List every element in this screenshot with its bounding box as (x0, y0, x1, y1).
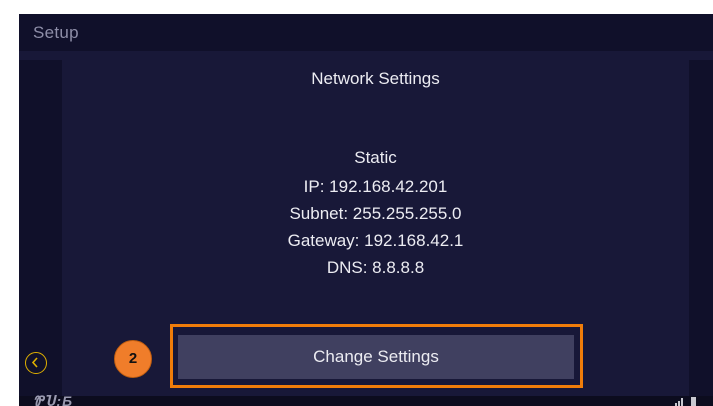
back-button[interactable] (25, 352, 47, 374)
right-side-panel (689, 60, 713, 396)
network-mode: Static (354, 148, 397, 167)
step-number-badge: 2 (114, 340, 152, 378)
gateway-address: Gateway: 192.168.42.1 (287, 231, 464, 250)
status-bar: ᏈႮ:Ƃ (19, 393, 713, 406)
network-settings-heading: Network Settings (311, 69, 440, 88)
ip-address: IP: 192.168.42.201 (303, 177, 448, 196)
change-settings-button[interactable]: Change Settings (178, 335, 574, 379)
title-bar: Setup (19, 14, 713, 51)
signal-bars-icon (675, 398, 683, 406)
dns-server: DNS: 8.8.8.8 (326, 258, 425, 277)
left-side-panel (19, 60, 62, 396)
subnet-mask: Subnet: 255.255.255.0 (289, 204, 462, 223)
chevron-left-icon (31, 357, 38, 368)
page-title: Setup (33, 23, 79, 42)
brand-logo: ᏈႮ:Ƃ (33, 393, 73, 406)
device-screen: Setup Network Settings Static IP: 192.16… (19, 14, 713, 406)
battery-icon (691, 397, 696, 406)
